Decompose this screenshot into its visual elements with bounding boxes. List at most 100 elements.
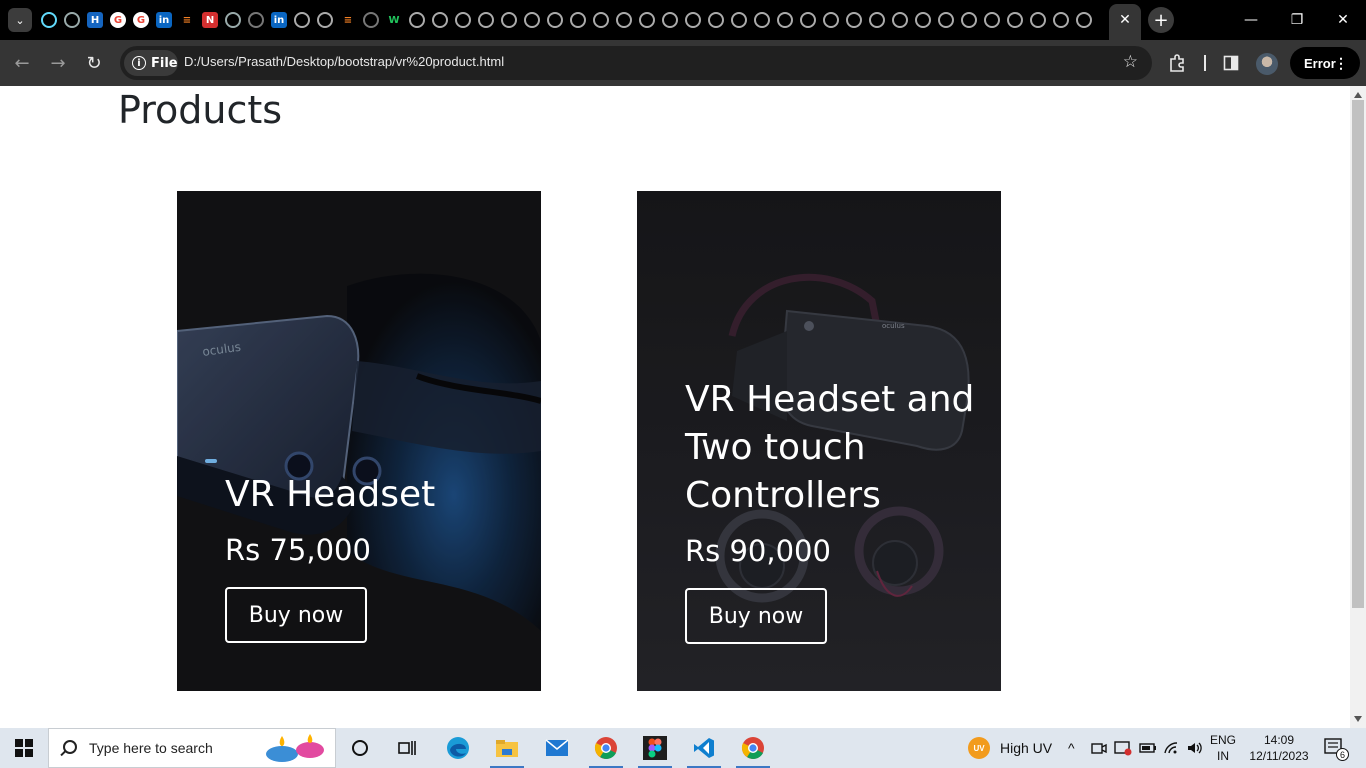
globe-tab-icon[interactable]: [1076, 12, 1092, 28]
globe-tab-icon[interactable]: [754, 12, 770, 28]
page-scrollbar[interactable]: [1350, 86, 1366, 728]
globe-tab-icon[interactable]: [409, 12, 425, 28]
weather-label: High UV: [1000, 740, 1053, 756]
globe-tab-icon[interactable]: [294, 12, 310, 28]
reload-icon[interactable]: ↻: [80, 49, 108, 77]
window-close-button[interactable]: ✕: [1320, 0, 1366, 40]
kebab-menu-icon[interactable]: ⋮: [1334, 55, 1348, 72]
mail-icon[interactable]: [534, 728, 580, 768]
globe-tab-icon[interactable]: [570, 12, 586, 28]
scroll-down-arrow-icon[interactable]: [1354, 716, 1362, 722]
globe-tab-icon[interactable]: [777, 12, 793, 28]
meet-now-icon[interactable]: [1091, 728, 1107, 768]
scroll-up-arrow-icon[interactable]: [1354, 92, 1362, 98]
address-bar[interactable]: i File D:/Users/Prasath/Desktop/bootstra…: [120, 46, 1152, 80]
restore-button[interactable]: ❐: [1274, 0, 1320, 40]
react-tab-icon[interactable]: [41, 12, 57, 28]
diwali-diya-icon[interactable]: [264, 732, 326, 764]
back-arrow-icon[interactable]: ←: [8, 49, 36, 77]
w-tab-icon[interactable]: W: [386, 12, 402, 28]
globe-tab-icon[interactable]: [915, 12, 931, 28]
card-body: VR Headset and Two touch Controllers Rs …: [685, 376, 981, 644]
globe-tab-icon[interactable]: [455, 12, 471, 28]
globe-tab-icon[interactable]: [547, 12, 563, 28]
chrome-icon[interactable]: [730, 728, 776, 768]
product-card: oculus VR Headset Rs 75,000 Buy now: [177, 191, 541, 691]
globe-tab-icon[interactable]: [524, 12, 540, 28]
minimize-button[interactable]: —: [1228, 0, 1274, 40]
buy-now-button[interactable]: Buy now: [225, 587, 367, 643]
page-viewport: Products oculus VR Headset Rs 75,000 Buy…: [0, 86, 1350, 728]
tab-close-icon[interactable]: ✕: [1117, 10, 1133, 30]
cortana-icon[interactable]: [337, 728, 383, 768]
globe-tab-icon[interactable]: [1053, 12, 1069, 28]
react-tab-icon[interactable]: [225, 12, 241, 28]
extensions-icon[interactable]: [1166, 52, 1188, 74]
globe-tab-icon[interactable]: [731, 12, 747, 28]
globe-tab-icon[interactable]: [961, 12, 977, 28]
google-tab-icon[interactable]: G: [110, 12, 126, 28]
side-panel-icon[interactable]: [1220, 52, 1242, 74]
globe-tab-icon[interactable]: [685, 12, 701, 28]
scrollbar-thumb[interactable]: [1352, 100, 1364, 608]
globe-tab-icon[interactable]: [616, 12, 632, 28]
github-tab-icon[interactable]: [248, 12, 264, 28]
notification-center-icon[interactable]: 6: [1324, 728, 1349, 768]
figma-icon[interactable]: [632, 728, 678, 768]
globe-tab-icon[interactable]: [892, 12, 908, 28]
linkedin-tab-icon[interactable]: in: [156, 12, 172, 28]
volume-icon[interactable]: [1186, 728, 1204, 768]
linkedin-tab-icon[interactable]: in: [271, 12, 287, 28]
globe-tab-icon[interactable]: [662, 12, 678, 28]
globe-tab-icon[interactable]: [846, 12, 862, 28]
card-price: Rs 75,000: [225, 533, 371, 567]
chrome-icon[interactable]: [583, 728, 629, 768]
system-clock[interactable]: 14:09 12/11/2023: [1248, 732, 1310, 764]
error-button[interactable]: Error ⋮: [1290, 47, 1360, 79]
error-label: Error: [1304, 55, 1336, 71]
edge-icon[interactable]: [435, 728, 481, 768]
react-tab-icon[interactable]: [64, 12, 80, 28]
globe-tab-icon[interactable]: [432, 12, 448, 28]
battery-icon[interactable]: [1139, 728, 1157, 768]
google-tab-icon[interactable]: G: [133, 12, 149, 28]
globe-tab-icon[interactable]: [1007, 12, 1023, 28]
task-view-icon[interactable]: [384, 728, 430, 768]
show-hidden-icons-chevron-icon[interactable]: ^: [1068, 728, 1075, 768]
globe-tab-icon[interactable]: [593, 12, 609, 28]
bookmark-star-icon[interactable]: ☆: [1123, 52, 1138, 72]
new-tab-button[interactable]: +: [1148, 7, 1174, 33]
globe-tab-icon[interactable]: [478, 12, 494, 28]
forward-arrow-icon[interactable]: →: [44, 49, 72, 77]
notification-count: 6: [1336, 748, 1349, 761]
globe-tab-icon[interactable]: [800, 12, 816, 28]
profile-avatar[interactable]: [1256, 53, 1278, 75]
windows-start-button[interactable]: [0, 728, 48, 768]
language-code: ENG: [1210, 733, 1237, 747]
n-tab-icon[interactable]: N: [202, 12, 218, 28]
site-info-chip[interactable]: i File: [124, 50, 178, 76]
globe-tab-icon[interactable]: [501, 12, 517, 28]
globe-tab-icon[interactable]: [708, 12, 724, 28]
hackerrank-tab-icon[interactable]: H: [87, 12, 103, 28]
weather-widget[interactable]: UV High UV: [968, 728, 1052, 768]
tab-search-button[interactable]: ⌄: [8, 8, 32, 32]
language-indicator[interactable]: ENG IN: [1210, 732, 1236, 764]
wifi-icon[interactable]: [1163, 728, 1179, 768]
globe-tab-icon[interactable]: [317, 12, 333, 28]
globe-tab-icon[interactable]: [869, 12, 885, 28]
file-explorer-icon[interactable]: [484, 728, 530, 768]
buy-now-button[interactable]: Buy now: [685, 588, 827, 644]
globe-tab-icon[interactable]: [639, 12, 655, 28]
globe-tab-icon[interactable]: [823, 12, 839, 28]
security-alert-icon[interactable]: [1114, 728, 1132, 768]
globe-tab-icon[interactable]: [938, 12, 954, 28]
page-title: Products: [118, 88, 283, 132]
url-text[interactable]: D:/Users/Prasath/Desktop/bootstrap/vr%20…: [184, 54, 504, 69]
stackoverflow-tab-icon[interactable]: ≡: [340, 12, 356, 28]
globe-tab-icon[interactable]: [1030, 12, 1046, 28]
github-tab-icon[interactable]: [363, 12, 379, 28]
stackoverflow-tab-icon[interactable]: ≡: [179, 12, 195, 28]
vscode-icon[interactable]: [681, 728, 727, 768]
globe-tab-icon[interactable]: [984, 12, 1000, 28]
